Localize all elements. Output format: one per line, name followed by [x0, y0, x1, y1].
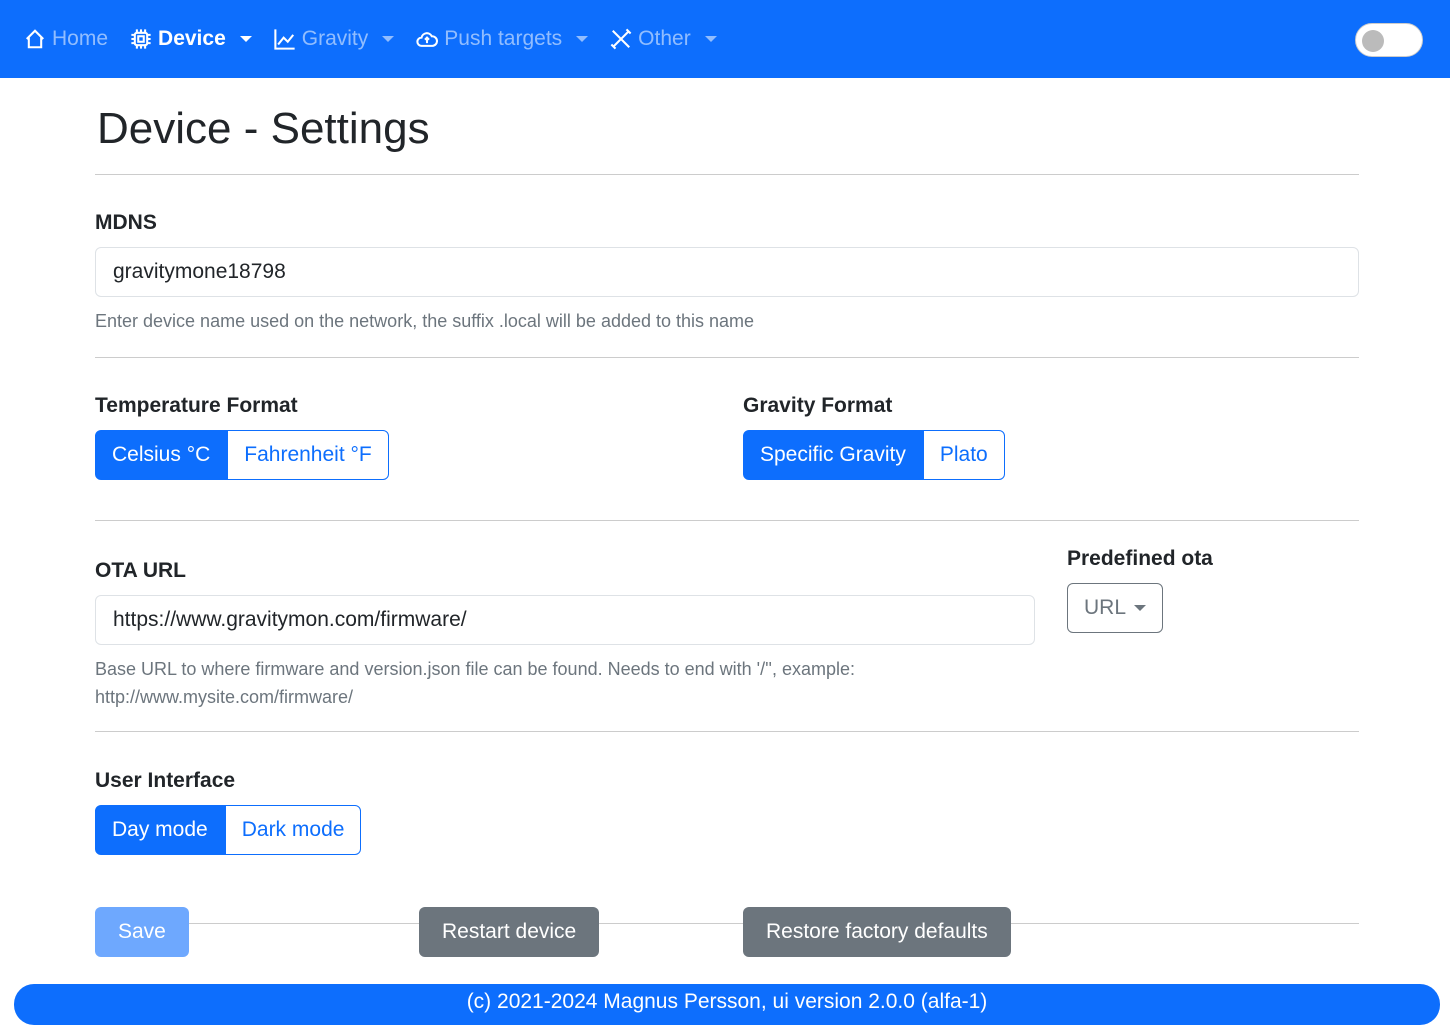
divider: [95, 731, 1359, 732]
ui-label: User Interface: [95, 769, 236, 792]
caret-down-icon: [704, 36, 717, 42]
gravity-format-group: Specific Gravity Plato: [743, 430, 1005, 480]
cloud-upload-icon: [416, 32, 439, 47]
dark-mode-option[interactable]: Dark mode: [224, 805, 362, 855]
ui-mode-group: Day mode Dark mode: [95, 805, 362, 855]
nav-label: Home: [52, 27, 109, 50]
fahrenheit-option[interactable]: Fahrenheit °F: [227, 430, 389, 480]
plato-option[interactable]: Plato: [922, 430, 1005, 480]
celsius-option[interactable]: Celsius °C: [95, 430, 228, 480]
gravity-label: Gravity Format: [743, 394, 893, 417]
nav-label: Device: [158, 27, 226, 50]
ota-url-input[interactable]: https://www.gravitymon.com/firmware/: [95, 595, 1035, 645]
divider: [95, 923, 1359, 924]
sg-option[interactable]: Specific Gravity: [743, 430, 923, 480]
caret-down-icon: [576, 36, 589, 42]
divider: [95, 174, 1359, 175]
day-mode-option[interactable]: Day mode: [95, 805, 225, 855]
ota-label: OTA URL: [95, 559, 186, 582]
divider: [95, 357, 1359, 358]
ota-help: Base URL to where firmware and version.j…: [95, 659, 856, 679]
navbar: Home Device Gravity Push targets Other: [0, 0, 1450, 78]
nav-label: Push targets: [444, 27, 563, 50]
ota-help-example: http://www.mysite.com/firmware/: [95, 687, 354, 707]
tools-icon: [610, 28, 632, 50]
chart-icon: [274, 29, 295, 50]
nav-gravity[interactable]: Gravity: [274, 27, 395, 51]
cpu-icon: [131, 29, 151, 49]
footer: (c) 2021-2024 Magnus Persson, ui version…: [14, 984, 1440, 1025]
mdns-input[interactable]: gravitymone18798: [95, 247, 1359, 297]
save-button[interactable]: Save: [95, 907, 189, 957]
nav-home[interactable]: Home: [24, 27, 108, 51]
nav-label: Gravity: [301, 27, 369, 50]
nav-device[interactable]: Device: [130, 27, 252, 51]
caret-down-icon: [239, 36, 252, 42]
nav-label: Other: [638, 27, 691, 50]
predefined-ota-dropdown[interactable]: URL: [1067, 583, 1164, 633]
dropdown-label: URL: [1084, 596, 1127, 619]
nav-push-targets[interactable]: Push targets: [416, 27, 589, 51]
caret-down-icon: [1134, 605, 1147, 611]
house-icon: [26, 29, 44, 49]
caret-down-icon: [382, 36, 395, 42]
restart-button[interactable]: Restart device: [419, 907, 600, 957]
nav-other[interactable]: Other: [610, 27, 717, 51]
theme-toggle[interactable]: [1355, 23, 1423, 57]
mdns-label: MDNS: [95, 211, 157, 234]
predef-label: Predefined ota: [1067, 547, 1213, 570]
temp-format-group: Celsius °C Fahrenheit °F: [95, 430, 389, 480]
divider: [95, 520, 1359, 521]
temp-label: Temperature Format: [95, 394, 298, 417]
page-title: Device - Settings: [97, 104, 430, 153]
restore-defaults-button[interactable]: Restore factory defaults: [743, 907, 1011, 957]
mdns-help: Enter device name used on the network, t…: [95, 311, 755, 331]
